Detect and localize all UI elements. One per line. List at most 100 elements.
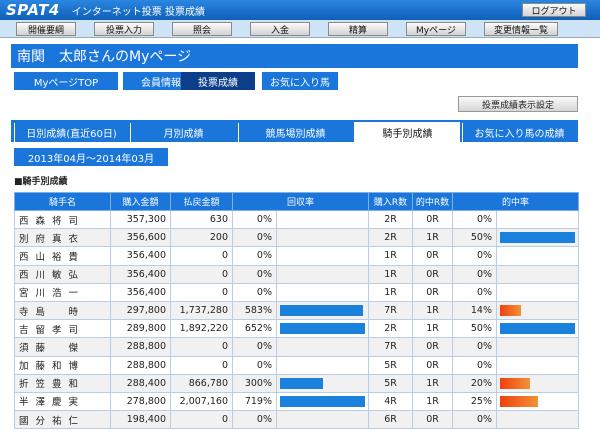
races-cell: 6R [368,410,414,430]
purchase-cell: 356,400 [110,246,171,266]
jockey-name-cell: 西 川 敏 弘 [14,264,111,284]
recovery-bar-cell [275,355,370,375]
menu-mypage-button[interactable]: Myページ [406,22,466,36]
subnav-favorite-horses[interactable]: お気に入り馬 [262,72,338,90]
races-cell: 5R [368,355,414,375]
tab-jockey-results[interactable]: 騎手別成績 [354,122,460,142]
recovery-text-cell: 0% [232,337,277,357]
hit-rate-text-cell: 0% [452,264,498,284]
purchase-cell: 278,800 [110,391,171,412]
hit-rate-bar [500,377,531,389]
races-cell: 7R [368,337,414,357]
hits-cell: 1R [412,373,454,393]
table-row: 西 山 裕 貴 356,400 0 0% 1R 0R 0% [14,246,580,266]
subnav-mypage-top[interactable]: MyページTOP [14,72,118,90]
hits-cell: 0R [412,410,454,430]
payout-cell: 0 [170,410,233,430]
hit-rate-bar-cell [496,337,580,357]
jockey-name-cell: 吉 留 孝 司 [14,319,111,339]
table-row: 西 森 将 司 357,300 630 0% 2R 0R 0% [14,209,580,230]
purchase-cell: 356,400 [110,282,171,302]
races-cell: 1R [368,282,414,302]
payout-cell: 200 [170,228,233,248]
tab-racecourse-results[interactable]: 競馬場別成績 [238,123,352,142]
payout-cell: 866,780 [170,373,233,393]
recovery-bar-cell [275,209,370,230]
recovery-bar-cell [275,246,370,266]
jockey-name-cell: 寺 島 時 [14,300,111,321]
table-row: 須 藤 傑 288,800 0 0% 7R 0R 0% [14,337,580,357]
hit-rate-bar-cell [496,246,580,266]
col-races-bought: 購入R数 [368,192,414,211]
table-row: 西 川 敏 弘 356,400 0 0% 1R 0R 0% [14,264,580,284]
recovery-bar-cell [275,264,370,284]
col-purchase-amount: 購入金額 [110,192,171,211]
races-cell: 1R [368,246,414,266]
purchase-cell: 356,600 [110,228,171,248]
recovery-bar [280,305,363,317]
recovery-bar [280,377,323,389]
recovery-bar-cell [275,228,370,248]
menu-deposit-button[interactable]: 入金 [250,22,310,36]
payout-cell: 0 [170,337,233,357]
races-cell: 2R [368,319,414,339]
spat4-logo: SPAT4 [6,1,60,19]
table-row: 折 笠 豊 和 288,400 866,780 300% 5R 1R 20% [14,373,580,393]
recovery-text-cell: 0% [232,246,277,266]
table-row: 半 澤 慶 実 278,800 2,007,160 719% 4R 1R 25% [14,391,580,412]
recovery-bar-cell [275,282,370,302]
recovery-text-cell: 583% [232,300,277,321]
hit-rate-bar-cell [496,319,580,339]
hit-rate-text-cell: 25% [452,391,498,412]
menu-change-info-button[interactable]: 変更情報一覧 [484,22,558,36]
hits-cell: 0R [412,337,454,357]
purchase-cell: 288,800 [110,337,171,357]
hit-rate-bar [500,395,538,407]
app-title: インターネット投票 投票成績 [71,6,205,18]
period-selector[interactable]: 2013年04月～2014年03月 [14,148,168,166]
menu-bet-input-button[interactable]: 投票入力 [94,22,154,36]
recovery-text-cell: 0% [232,410,277,430]
hit-rate-bar [500,305,522,317]
table-row: 吉 留 孝 司 289,800 1,892,220 652% 2R 1R 50% [14,319,580,339]
tab-monthly-results[interactable]: 月別成績 [130,123,236,142]
purchase-cell: 356,400 [110,264,171,284]
races-cell: 2R [368,228,414,248]
payout-cell: 0 [170,355,233,375]
col-hit-rate: 的中率 [452,192,580,211]
jockey-results-table: 騎手名 購入金額 払戻金額 回収率 購入R数 的中R数 的中率 西 森 将 司3… [14,192,580,430]
hit-rate-text-cell: 50% [452,319,498,339]
menu-inquiry-button[interactable]: 照会 [172,22,232,36]
hit-rate-text-cell: 20% [452,373,498,393]
purchase-cell: 357,300 [110,209,171,230]
purchase-cell: 288,400 [110,373,171,393]
menu-race-info-button[interactable]: 開催要綱 [16,22,76,36]
subnav-betting-results[interactable]: 投票成績 [181,72,255,90]
jockey-name-cell: 半 澤 慶 実 [14,391,111,412]
top-bar: SPAT4 インターネット投票 投票成績 ログアウト [0,0,600,20]
hits-cell: 1R [412,300,454,321]
tab-daily-results[interactable]: 日別成績(直近60日) [14,123,128,142]
display-settings-button[interactable]: 投票成績表示設定 [458,96,578,112]
hits-cell: 0R [412,264,454,284]
recovery-text-cell: 652% [232,319,277,339]
section-heading: ■騎手別成績 [14,177,68,187]
hit-rate-bar [500,323,576,335]
hit-rate-text-cell: 14% [452,300,498,321]
jockey-name-cell: 須 藤 傑 [14,337,111,357]
tab-favorite-horse-results[interactable]: お気に入り馬の成績 [462,123,576,142]
recovery-bar-cell [275,373,370,393]
hit-rate-bar-cell [496,300,580,321]
recovery-text-cell: 0% [232,264,277,284]
recovery-text-cell: 0% [232,209,277,230]
hit-rate-text-cell: 0% [452,410,498,430]
table-row: 加 藤 和 博 288,800 0 0% 5R 0R 0% [14,355,580,375]
recovery-bar-cell [275,337,370,357]
recovery-bar-cell [275,319,370,339]
col-jockey-name: 騎手名 [14,192,111,211]
hit-rate-text-cell: 0% [452,209,498,230]
hit-rate-text-cell: 0% [452,337,498,357]
logout-button[interactable]: ログアウト [522,3,586,17]
jockey-name-cell: 加 藤 和 博 [14,355,111,375]
menu-settlement-button[interactable]: 精算 [328,22,388,36]
